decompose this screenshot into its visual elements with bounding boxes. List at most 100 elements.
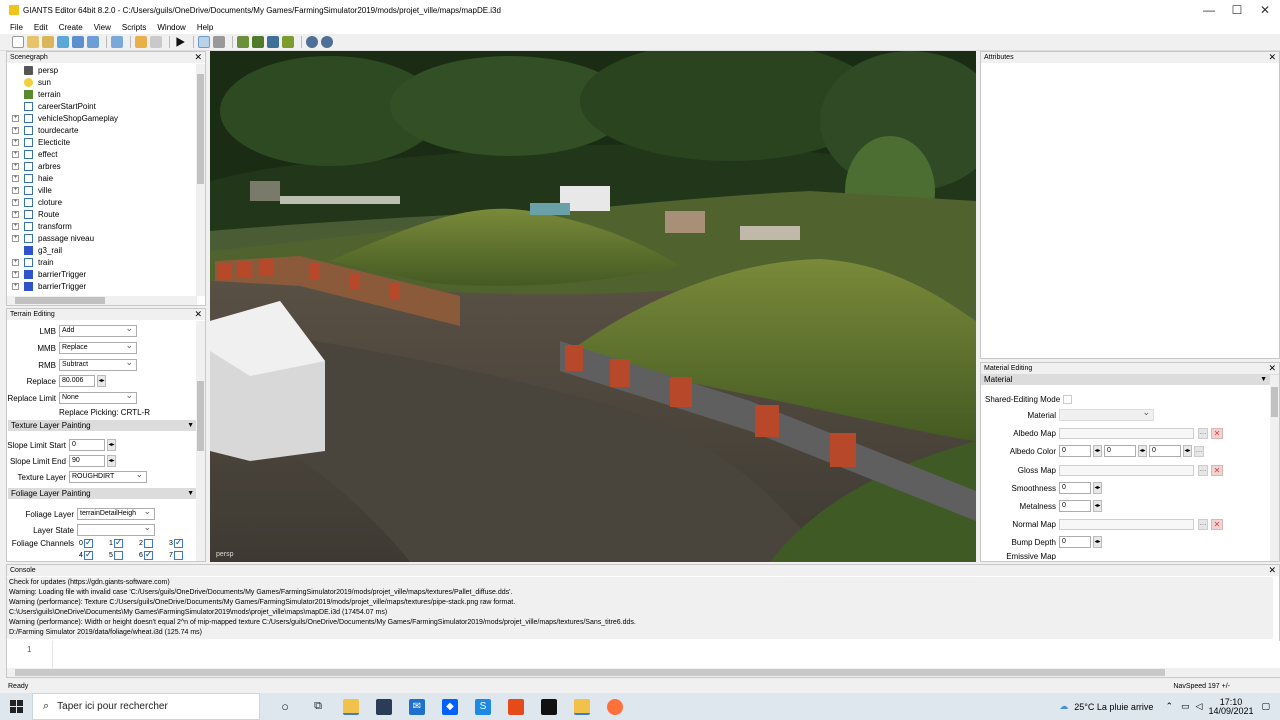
epic-games-icon[interactable] — [541, 698, 557, 715]
expand-icon[interactable]: + — [12, 126, 19, 134]
menu-help[interactable]: Help — [197, 23, 213, 32]
reload-icon[interactable] — [57, 36, 69, 48]
gloss-map-browse-button[interactable]: … — [1198, 464, 1208, 476]
expand-icon[interactable]: + — [12, 186, 19, 194]
open-file-icon[interactable] — [27, 36, 39, 48]
albedo-g-input[interactable]: 0 — [1104, 445, 1136, 457]
scenegraph-item[interactable]: + Route — [7, 208, 197, 220]
save-as-icon[interactable] — [87, 36, 99, 48]
channel-checkbox[interactable] — [143, 549, 153, 560]
notifications-icon[interactable]: ▢ — [1261, 701, 1270, 712]
scenegraph-item[interactable]: + transform — [7, 220, 197, 232]
scenegraph-item[interactable]: persp — [7, 64, 197, 76]
expand-icon[interactable]: + — [12, 162, 19, 170]
albedo-color-picker-button[interactable]: … — [1194, 445, 1204, 457]
new-file-icon[interactable] — [12, 36, 24, 48]
collapse-arrow-icon[interactable]: ▼ — [1260, 374, 1267, 385]
expand-icon[interactable]: + — [12, 150, 19, 158]
bump-depth-input[interactable]: 0 — [1059, 536, 1091, 548]
normal-map-browse-button[interactable]: … — [1198, 518, 1208, 530]
script-editor[interactable]: 1 — [7, 641, 1280, 669]
scenegraph-item[interactable]: + train — [7, 256, 197, 268]
file-explorer-icon[interactable] — [343, 698, 359, 715]
store-icon[interactable] — [376, 698, 392, 715]
scenegraph-item[interactable]: + Electicite — [7, 136, 197, 148]
collapse-arrow-icon[interactable]: ▼ — [187, 488, 194, 499]
redo-icon[interactable] — [150, 36, 162, 48]
close-icon[interactable]: ✕ — [194, 52, 202, 63]
smoothness-spinner[interactable]: ◂▸ — [1093, 482, 1102, 494]
import-icon[interactable] — [111, 36, 123, 48]
close-button[interactable]: ✕ — [1249, 0, 1280, 20]
channel-checkbox[interactable] — [143, 539, 153, 548]
taskbar-search-box[interactable]: ⌕ Taper ici pour rechercher — [32, 693, 260, 720]
channel-checkbox[interactable] — [173, 551, 183, 560]
lmb-select[interactable]: Add — [59, 323, 137, 337]
scenegraph-hscrollbar[interactable] — [7, 296, 197, 305]
chevron-up-icon[interactable]: ⌃ — [1165, 701, 1173, 712]
albedo-map-field[interactable] — [1059, 427, 1194, 439]
collapse-arrow-icon[interactable]: ▼ — [187, 420, 194, 431]
place-object-icon[interactable] — [282, 36, 294, 48]
skype-icon[interactable]: S — [475, 698, 491, 715]
texture-layer-painting-section[interactable]: Texture Layer Painting ▼ — [8, 420, 198, 431]
albedo-g-spinner[interactable]: ◂▸ — [1138, 445, 1147, 457]
3d-viewport[interactable]: persp — [210, 51, 976, 562]
scenegraph-item[interactable]: g3_rail — [7, 244, 197, 256]
albedo-b-input[interactable]: 0 — [1149, 445, 1181, 457]
expand-icon[interactable]: + — [12, 210, 19, 218]
foliage-layer-painting-section[interactable]: Foliage Layer Painting ▼ — [8, 488, 198, 499]
lock-icon[interactable] — [213, 36, 225, 48]
mail-icon[interactable]: ✉ — [409, 698, 425, 715]
expand-icon[interactable]: + — [12, 198, 19, 206]
menu-create[interactable]: Create — [59, 23, 83, 32]
replace-value-input[interactable]: 80.006 — [59, 375, 95, 387]
slope-end-input[interactable]: 90 — [69, 455, 105, 467]
albedo-r-input[interactable]: 0 — [1059, 445, 1091, 457]
channel-checkbox[interactable] — [83, 537, 93, 548]
clock[interactable]: 17:10 14/09/2021 — [1208, 697, 1253, 716]
channel-checkbox[interactable] — [83, 549, 93, 560]
scenegraph-item[interactable]: careerStartPoint — [7, 100, 197, 112]
cortana-icon[interactable]: ○ — [277, 699, 293, 715]
material-select[interactable] — [1059, 407, 1154, 421]
task-view-icon[interactable]: ⧉ — [310, 699, 326, 715]
menu-view[interactable]: View — [94, 23, 111, 32]
gloss-map-field[interactable] — [1059, 464, 1194, 476]
foliage-layer-select[interactable]: terrainDetailHeigh — [77, 506, 155, 520]
expand-icon[interactable]: + — [12, 114, 19, 122]
gear-icon[interactable] — [306, 36, 318, 48]
terrain-sculpt-icon[interactable] — [237, 36, 249, 48]
office-icon[interactable] — [508, 698, 524, 715]
albedo-b-spinner[interactable]: ◂▸ — [1183, 445, 1192, 457]
foliage-paint-icon[interactable] — [267, 36, 279, 48]
slope-start-spinner[interactable]: ◂▸ — [107, 439, 116, 451]
windows-start-button[interactable] — [0, 693, 32, 720]
scenegraph-item[interactable]: + ville — [7, 184, 197, 196]
normal-map-field[interactable] — [1059, 518, 1194, 530]
scenegraph-item[interactable]: + barrierTrigger — [7, 280, 197, 292]
scenegraph-item[interactable]: + cloture — [7, 196, 197, 208]
expand-icon[interactable]: + — [12, 222, 19, 230]
play-icon[interactable] — [176, 37, 185, 47]
firefox-icon[interactable] — [607, 698, 623, 715]
scenegraph-item[interactable]: + passage niveau — [7, 232, 197, 244]
bump-depth-spinner[interactable]: ◂▸ — [1093, 536, 1102, 548]
material-section[interactable]: Material ▼ — [981, 374, 1279, 385]
close-icon[interactable]: ✕ — [1268, 52, 1276, 63]
scenegraph-item[interactable]: + arbres — [7, 160, 197, 172]
texture-layer-select[interactable]: ROUGHDIRT — [69, 469, 147, 483]
expand-icon[interactable]: + — [12, 234, 19, 242]
save-icon[interactable] — [72, 36, 84, 48]
console-hscrollbar[interactable] — [7, 668, 1280, 677]
scenegraph-item[interactable]: + effect — [7, 148, 197, 160]
albedo-map-clear-button[interactable]: ✕ — [1211, 427, 1223, 439]
weather-text[interactable]: 25°C La pluie arrive — [1074, 702, 1153, 712]
expand-icon[interactable]: + — [12, 174, 19, 182]
expand-icon[interactable]: + — [12, 138, 19, 146]
scenegraph-scrollbar[interactable] — [196, 64, 205, 296]
normal-map-clear-button[interactable]: ✕ — [1211, 518, 1223, 530]
scenegraph-item[interactable]: + haie — [7, 172, 197, 184]
rmb-select[interactable]: Subtract — [59, 357, 137, 371]
close-icon[interactable]: ✕ — [1268, 363, 1276, 374]
